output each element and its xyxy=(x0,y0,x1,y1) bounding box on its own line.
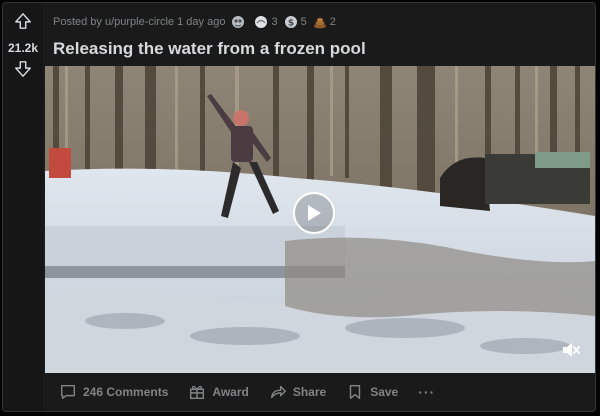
helpful-award-icon xyxy=(255,16,268,28)
upvote-arrow-icon xyxy=(15,13,31,29)
muted-speaker-icon xyxy=(563,343,580,357)
award-helpful-count: 3 xyxy=(271,16,278,28)
downvote-button[interactable] xyxy=(13,59,33,79)
video-player[interactable] xyxy=(45,66,595,373)
svg-text:$: $ xyxy=(287,19,293,29)
award-coin[interactable]: $ 5 xyxy=(284,15,307,29)
award-label: Award xyxy=(212,385,249,399)
bookmark-icon xyxy=(349,384,361,400)
post-title[interactable]: Releasing the water from a frozen pool xyxy=(53,39,366,59)
play-icon xyxy=(308,205,321,221)
award-helpful[interactable]: 3 xyxy=(254,15,278,29)
comment-bubble-icon xyxy=(60,384,76,400)
upvote-button[interactable] xyxy=(13,11,33,31)
share-button[interactable]: Share xyxy=(263,379,332,405)
more-options-button[interactable]: ··· xyxy=(412,384,441,400)
comments-label: 246 Comments xyxy=(83,385,169,399)
vote-column: 21.2k xyxy=(3,3,43,411)
post-actions-bar: 246 Comments Award Share Save ··· xyxy=(53,377,441,407)
comments-button[interactable]: 246 Comments xyxy=(53,379,174,405)
coin-award-icon: $ xyxy=(284,16,297,29)
award-poop-count: 2 xyxy=(329,16,336,28)
vote-score: 21.2k xyxy=(7,41,39,55)
downvote-arrow-icon xyxy=(15,61,31,77)
silver-award-icon xyxy=(232,16,245,28)
award-button[interactable]: Award xyxy=(182,379,254,405)
posted-by-text[interactable]: Posted by u/purple-circle 1 day ago xyxy=(53,16,225,28)
award-coin-count: 5 xyxy=(300,16,307,28)
post-meta: Posted by u/purple-circle 1 day ago 3 $ … xyxy=(53,13,336,31)
share-label: Share xyxy=(292,385,327,399)
save-label: Save xyxy=(370,385,399,399)
award-silver[interactable] xyxy=(231,15,248,29)
gift-icon xyxy=(190,385,205,400)
play-button[interactable] xyxy=(293,192,335,234)
share-arrow-icon xyxy=(270,385,286,399)
post-card[interactable]: 21.2k Posted by u/purple-circle 1 day ag… xyxy=(2,2,596,412)
mute-button[interactable] xyxy=(561,340,581,360)
save-button[interactable]: Save xyxy=(340,379,404,405)
poop-award-icon xyxy=(313,18,326,29)
award-poop[interactable]: 2 xyxy=(313,15,336,29)
